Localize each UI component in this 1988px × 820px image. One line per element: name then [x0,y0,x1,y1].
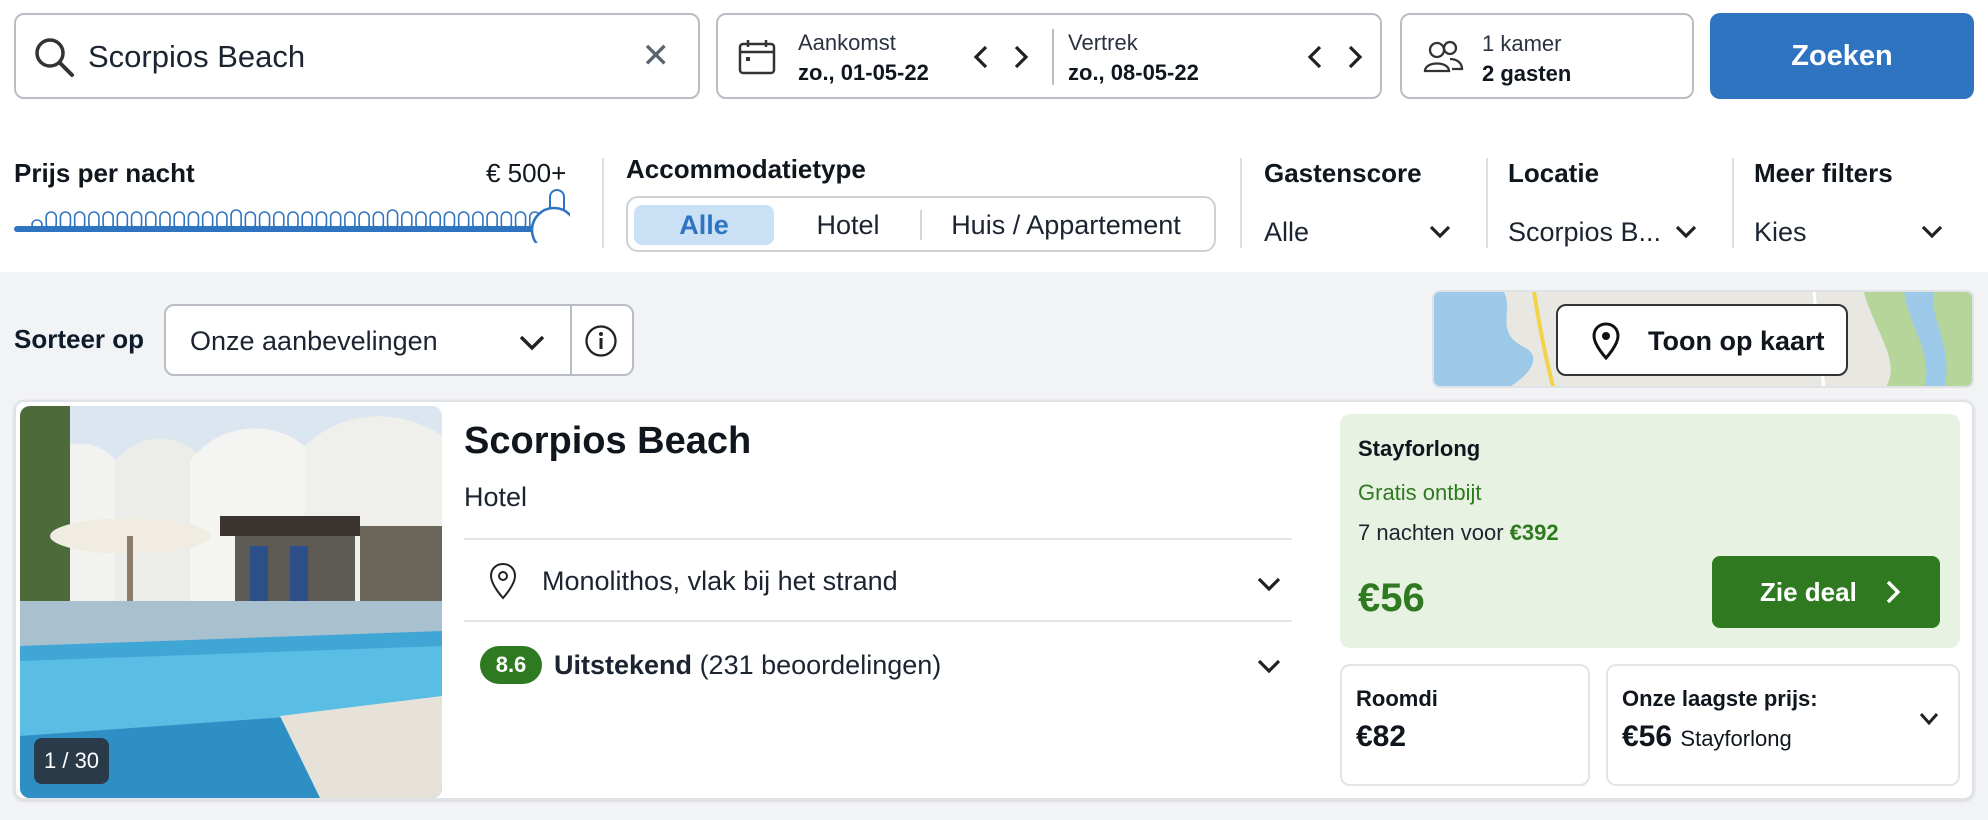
deal-price: €56 [1358,576,1425,620]
review-count: (231 beoordelingen) [699,650,942,680]
location-filter-label: Locatie [1508,158,1600,188]
chevron-down-icon[interactable] [518,332,546,354]
guests-picker[interactable]: 1 kamer 2 gasten [1400,13,1694,99]
deal-nights-price: €392 [1509,520,1559,545]
review-score-word: Uitstekend [554,650,693,680]
search-query[interactable]: Scorpios Beach [88,39,305,75]
guest-score-label: Gastenscore [1264,158,1422,188]
calendar-icon [738,40,776,75]
chevron-down-icon[interactable] [1674,222,1698,242]
deal-perk: Gratis ontbijt [1358,480,1482,505]
chevron-down-icon[interactable] [1920,222,1944,242]
arrival-date[interactable]: zo., 01-05-22 [798,60,929,86]
location-filter-select[interactable]: Scorpios B... [1508,217,1661,248]
accommodation-label: Accommodatietype [626,154,866,184]
segment-divider [920,210,922,240]
hotel-type: Hotel [464,482,528,512]
chevron-right-icon [1886,580,1901,604]
divider [464,538,1292,540]
accommodation-option-hotel[interactable]: Hotel [778,205,918,245]
deal-provider: Stayforlong [1358,436,1481,461]
header-area: Scorpios Beach ✕ Aankomst zo., 01-05-22 … [0,0,1988,272]
arrival-next-icon[interactable] [1006,43,1034,71]
guests-icon [1423,40,1464,73]
info-icon[interactable] [584,324,618,358]
review-summary[interactable]: Uitstekend (231 beoordelingen) [554,650,941,681]
price-slider[interactable] [14,183,570,243]
lowest-price-label: Onze laagste prijs: [1622,686,1818,711]
filter-divider [1486,158,1488,248]
arrival-label: Aankomst [798,30,896,55]
photo-counter: 1 / 30 [34,738,110,784]
departure-date[interactable]: zo., 08-05-22 [1068,60,1199,86]
hotel-name[interactable]: Scorpios Beach [464,420,751,463]
divider [464,620,1292,622]
sort-divider [570,306,572,374]
hotel-photo[interactable]: 1 / 30 [20,406,442,798]
review-score-badge: 8.6 [480,646,542,684]
chevron-down-icon[interactable] [1918,710,1940,728]
arrival-prev-icon[interactable] [968,43,996,71]
date-picker[interactable]: Aankomst zo., 01-05-22 Vertrek zo., 08-0… [716,13,1382,99]
alt-deal-provider: Roomdi [1356,686,1438,711]
sort-label: Sorteer op [14,324,145,354]
clear-icon[interactable]: ✕ [642,39,671,73]
search-input[interactable]: Scorpios Beach ✕ [14,13,700,99]
lowest-price-provider: Stayforlong [1680,726,1792,751]
alt-deal-price: €82 [1356,720,1407,753]
chevron-down-icon[interactable] [1256,656,1282,676]
accommodation-option-house[interactable]: Huis / Appartement [924,205,1208,245]
view-deal-button[interactable]: Zie deal [1712,556,1940,628]
lowest-price-value: €56 [1622,720,1673,753]
show-on-map-button[interactable]: Toon op kaart [1556,304,1848,376]
search-icon [35,38,74,77]
location-pin-icon [489,562,517,600]
guest-score-select[interactable]: Alle [1264,217,1309,248]
more-filters-label: Meer filters [1754,158,1893,188]
departure-label: Vertrek [1068,30,1138,55]
hotel-result-card[interactable]: 1 / 30 Scorpios Beach Hotel Monolithos, … [14,400,1974,800]
lowest-price-dropdown[interactable]: Onze laagste prijs: €56 Stayforlong [1606,664,1960,786]
search-button[interactable]: Zoeken [1710,13,1974,99]
show-on-map-label: Toon op kaart [1648,326,1825,356]
hotel-location: Monolithos, vlak bij het strand [542,566,898,596]
more-filters-select[interactable]: Kies [1754,217,1807,248]
rooms-count: 1 kamer [1482,31,1562,56]
accommodation-segmented: Alle Hotel Huis / Appartement [626,196,1216,252]
filter-divider [602,158,604,248]
sort-select[interactable]: Onze aanbevelingen [164,304,634,376]
chevron-down-icon[interactable] [1256,574,1282,594]
view-deal-label: Zie deal [1760,577,1857,607]
guests-count: 2 gasten [1482,61,1572,86]
accommodation-option-alle[interactable]: Alle [634,205,774,245]
deal-nights: 7 nachten voor €392 [1358,520,1559,546]
top-deal-panel[interactable]: Stayforlong Gratis ontbijt 7 nachten voo… [1340,414,1960,648]
alt-deal-roomdi[interactable]: Roomdi €82 [1340,664,1590,786]
location-pin-icon [1592,322,1620,360]
departure-prev-icon[interactable] [1302,43,1330,71]
chevron-down-icon[interactable] [1428,222,1452,242]
deal-nights-text: 7 nachten voor [1358,520,1504,545]
filter-divider [1240,158,1242,248]
departure-next-icon[interactable] [1340,43,1368,71]
filter-divider [1732,158,1734,248]
date-divider [1052,29,1054,85]
sort-value[interactable]: Onze aanbevelingen [190,326,438,357]
